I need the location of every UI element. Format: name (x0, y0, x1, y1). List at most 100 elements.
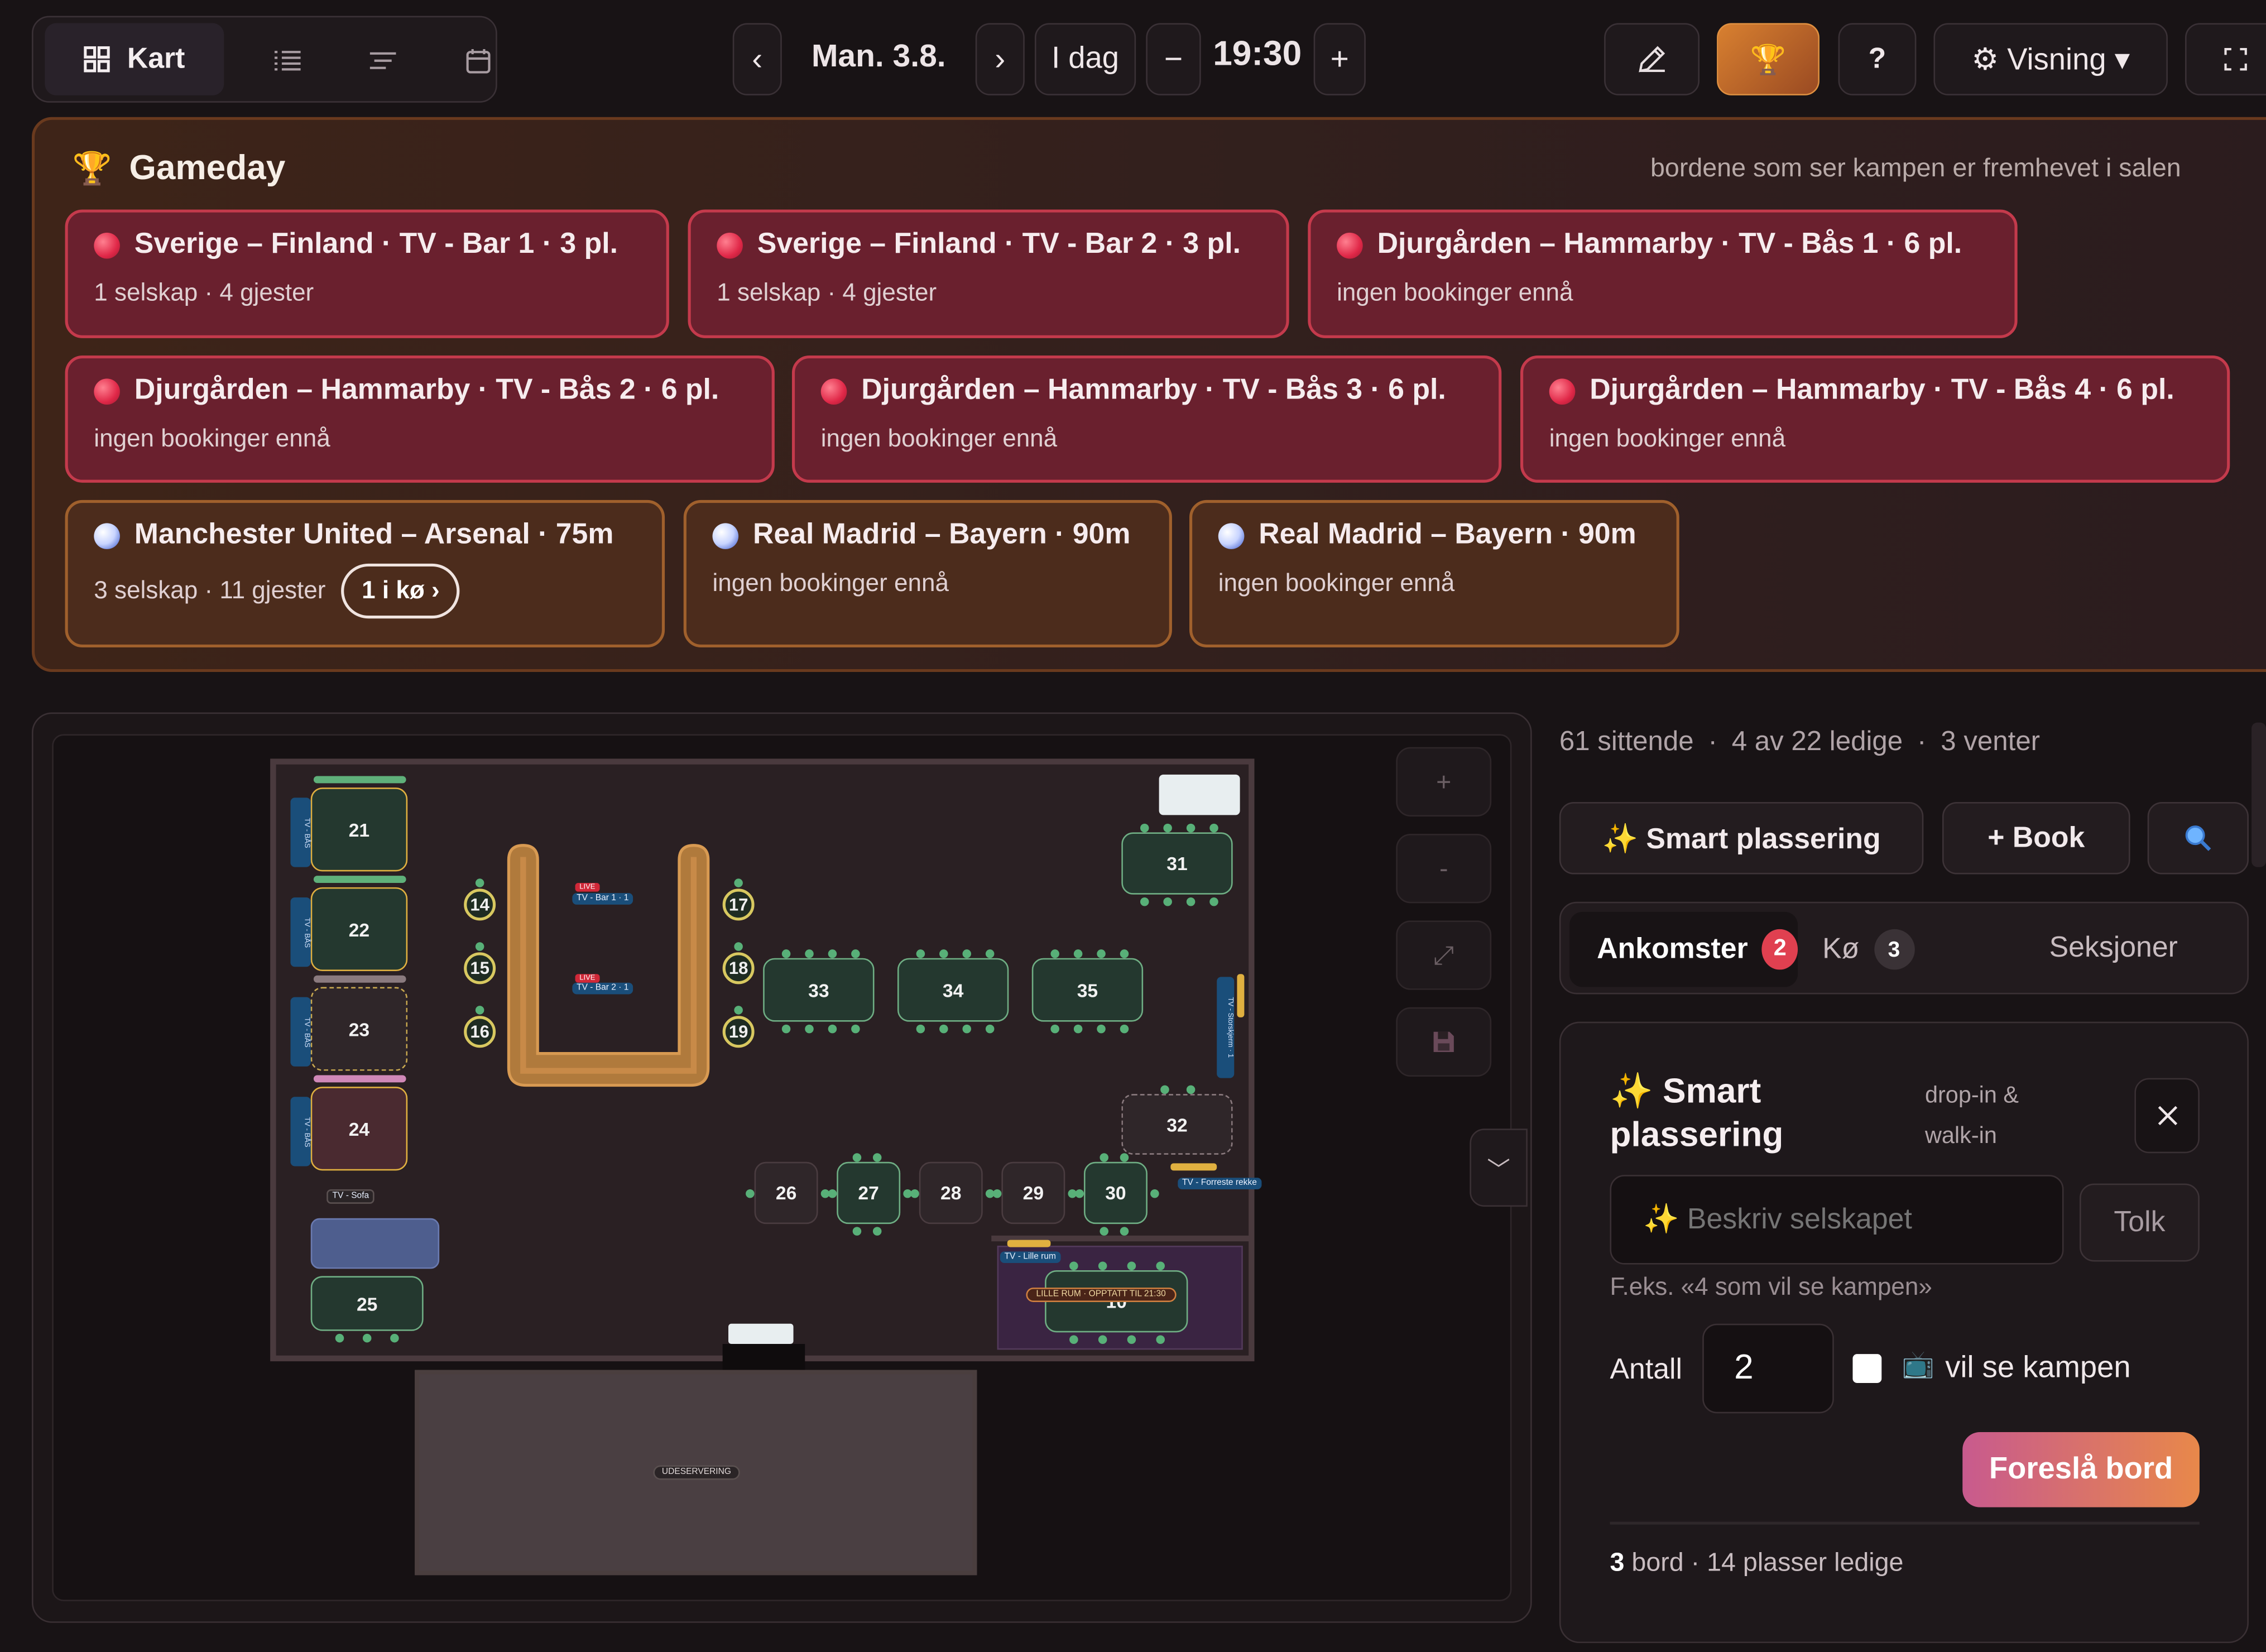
row-table[interactable]: 30 (1083, 1161, 1148, 1224)
tab-timeline[interactable] (337, 19, 429, 103)
chair (362, 1333, 372, 1343)
round-table[interactable]: 14 (464, 889, 496, 921)
booth-strip (313, 1075, 406, 1083)
tab-list[interactable] (241, 19, 334, 103)
view-menu-button[interactable]: ⚙ Visning ▾ (1933, 23, 2168, 95)
booth-tv-label[interactable]: TV - BÅS (290, 897, 311, 967)
chair (985, 949, 995, 958)
close-panel-button[interactable] (2134, 1078, 2200, 1154)
tab-queue[interactable]: Kø 3 (1822, 912, 1914, 987)
corner-table[interactable]: 32 (1121, 1094, 1233, 1155)
gameday-card[interactable]: Djurgården – Hammarby · TV - Bås 2 · 6 p… (65, 355, 775, 483)
save-layout-button[interactable] (1396, 1007, 1492, 1077)
tv-marker (1237, 974, 1245, 1017)
collapse-panel-button[interactable]: ﹀ (1470, 1128, 1528, 1207)
booth-tv-label[interactable]: TV - BÅS (290, 798, 311, 867)
card-subtitle: ingen bookinger ennå (1549, 425, 1786, 453)
booth-table[interactable]: 23 (310, 987, 408, 1071)
stats-bar: 61 sittende · 4 av 22 ledige · 3 venter (1559, 727, 2040, 758)
watch-game-checkbox[interactable] (1852, 1354, 1882, 1383)
chair (781, 1024, 791, 1034)
gameday-card[interactable]: Real Madrid – Bayern · 90m ingen booking… (683, 500, 1172, 648)
next-day-button[interactable]: › (975, 23, 1025, 95)
gameday-card[interactable]: Manchester United – Arsenal · 75m 3 sels… (65, 500, 665, 648)
tab-map[interactable]: Kart (45, 23, 224, 95)
chair (851, 1024, 860, 1034)
tv-bar2-label[interactable]: TV - Bar 2 · 1 (572, 982, 633, 995)
chair (734, 878, 743, 887)
booth-table[interactable]: 24 (310, 1087, 408, 1171)
round-table[interactable]: 18 (722, 952, 755, 985)
long-table[interactable]: 35 (1031, 958, 1144, 1022)
gameday-card[interactable]: Djurgården – Hammarby · TV - Bås 3 · 6 p… (791, 355, 1502, 483)
seated-count: 61 sittende (1559, 727, 1694, 757)
entrance-mat (728, 1323, 794, 1344)
gameday-card[interactable]: Djurgården – Hammarby · TV - Bås 1 · 6 p… (1308, 209, 2018, 338)
tv-bar1-label[interactable]: TV - Bar 1 · 1 (572, 893, 633, 905)
table-number: 14 (470, 894, 489, 915)
row-table[interactable]: 26 (754, 1161, 818, 1224)
chair (1100, 1227, 1108, 1236)
tab-sections[interactable]: Seksjoner (2049, 932, 2178, 966)
help-button[interactable]: ? (1838, 23, 1917, 95)
edit-button[interactable] (1604, 23, 1700, 95)
gameday-button[interactable]: 🏆 (1717, 23, 1819, 95)
fit-view-button[interactable]: ⤢ (1396, 920, 1492, 990)
zoom-out-button[interactable]: - (1396, 834, 1492, 904)
round-table[interactable]: 16 (464, 1016, 496, 1048)
table-number: 31 (1166, 852, 1188, 875)
arrivals-count-badge: 2 (1762, 929, 1798, 970)
tab-arrivals[interactable]: Ankomster 2 (1569, 911, 1798, 987)
tv-icon: 📺 (1902, 1350, 1934, 1379)
booth-table[interactable]: 22 (310, 887, 408, 972)
describe-party-input[interactable] (1610, 1175, 2064, 1265)
time-minus-button[interactable]: − (1146, 23, 1201, 95)
party-size-field[interactable]: 2 (1702, 1323, 1834, 1414)
chair (1120, 949, 1129, 958)
long-table[interactable]: 33 (763, 958, 875, 1022)
chair (1097, 949, 1106, 958)
booth-strip (313, 776, 406, 784)
tv-lille-rum-label[interactable]: TV - Lille rum (1000, 1251, 1060, 1264)
round-table[interactable]: 15 (464, 952, 496, 985)
tv-side-label[interactable]: TV - Storskjerm · 1 (1217, 977, 1235, 1078)
booth-table[interactable]: 21 (310, 787, 408, 872)
prev-day-button[interactable]: ‹ (732, 23, 782, 95)
chair (1140, 823, 1149, 833)
row-table[interactable]: 27 (837, 1161, 901, 1224)
round-table[interactable]: 19 (722, 1016, 755, 1048)
queue-chip[interactable]: 1 i kø › (341, 563, 460, 619)
round-table[interactable]: 17 (722, 889, 755, 921)
gameday-card[interactable]: Sverige – Finland · TV - Bar 2 · 3 pl. 1… (688, 209, 1289, 338)
gameday-card[interactable]: Sverige – Finland · TV - Bar 1 · 3 pl. 1… (65, 209, 669, 338)
gameday-card[interactable]: Real Madrid – Bayern · 90m ingen booking… (1189, 500, 1679, 648)
corner-table[interactable]: 31 (1121, 832, 1233, 895)
interpret-button[interactable]: Tolk (2080, 1183, 2200, 1262)
today-button[interactable]: I dag (1034, 23, 1136, 95)
stats-separator: · (1917, 727, 1927, 757)
card-title: Djurgården – Hammarby · TV - Bås 2 · 6 p… (134, 374, 719, 406)
booth-table[interactable]: 25 (310, 1276, 424, 1331)
tv-front-row-label[interactable]: TV - Forreste rekke (1178, 1178, 1261, 1189)
tv-sofa-label[interactable]: TV - Sofa (327, 1189, 375, 1204)
time-plus-button[interactable]: + (1313, 23, 1366, 95)
row-table[interactable]: 28 (919, 1161, 983, 1224)
long-table[interactable]: 34 (897, 958, 1009, 1022)
booth-tv-label[interactable]: TV - BÅS (290, 997, 311, 1067)
waiting-count: 3 venter (1941, 727, 2041, 757)
party-size-label: Antall (1610, 1354, 1683, 1386)
gameday-card[interactable]: Djurgården – Hammarby · TV - Bås 4 · 6 p… (1520, 355, 2230, 483)
suggest-table-button[interactable]: Foreslå bord (1962, 1432, 2200, 1507)
scrollbar[interactable] (2251, 722, 2266, 867)
zoom-in-button[interactable]: + (1396, 747, 1492, 817)
live-tv-icon (1337, 232, 1363, 258)
search-button[interactable] (2147, 802, 2249, 875)
tab-calendar[interactable] (432, 19, 525, 103)
fullscreen-button[interactable] (2185, 23, 2266, 95)
chair (851, 949, 860, 958)
smart-placement-button[interactable]: ✨ Smart plassering (1559, 802, 1924, 875)
book-button[interactable]: + Book (1942, 802, 2130, 875)
card-subtitle: ingen bookinger ennå (1218, 569, 1455, 597)
row-table[interactable]: 29 (1001, 1161, 1065, 1224)
booth-tv-label[interactable]: TV - BÅS (290, 1097, 311, 1166)
